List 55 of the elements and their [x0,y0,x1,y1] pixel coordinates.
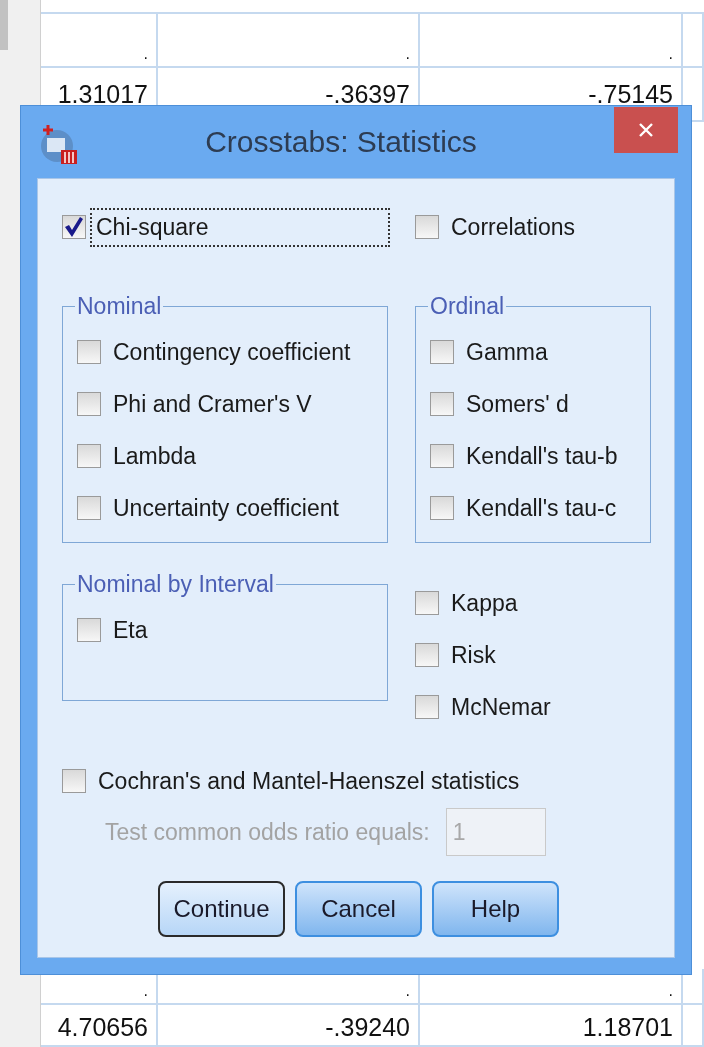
dialog-button[interactable]: Help [432,881,559,937]
scrollbar-thumb[interactable] [0,0,8,50]
checkbox-label[interactable]: McNemar [451,693,551,721]
dialog-button[interactable]: Continue [158,881,285,937]
checkbox-label[interactable]: Kendall's tau-c [466,494,617,522]
group-title: Nominal by Interval [76,571,275,598]
checkbox-label[interactable]: Gamma [466,338,548,366]
checkbox[interactable] [77,618,101,642]
checkmark-icon [64,216,84,238]
window-title: Crosstabs: Statistics [205,125,477,159]
checkbox-label[interactable]: Correlations [451,213,575,241]
checkbox-label[interactable]: Eta [113,616,148,644]
checkbox-label[interactable]: Phi and Cramer's V [113,390,312,418]
checkbox[interactable] [77,496,101,520]
checkbox[interactable] [430,392,454,416]
table-cell: -.75145 [588,82,673,107]
checkbox[interactable] [62,769,86,793]
table-cell: -.39240 [325,1015,410,1040]
table-cell: 1.31017 [57,82,148,107]
checkbox[interactable] [62,215,86,239]
checkbox-label[interactable]: Chi-square [92,209,388,245]
checkbox[interactable] [415,695,439,719]
checkbox[interactable] [430,496,454,520]
checkbox-label[interactable]: Cochran's and Mantel-Haenszel statistics [98,767,520,795]
table-cell: . [405,46,410,62]
table-cell: . [405,983,410,999]
checkbox-label[interactable]: Kendall's tau-b [466,442,618,470]
checkbox[interactable] [415,591,439,615]
close-button[interactable] [614,107,678,153]
table-cell: . [668,983,673,999]
checkbox[interactable] [430,444,454,468]
checkbox-label[interactable]: Somers' d [466,390,569,418]
checkbox[interactable] [77,444,101,468]
checkbox[interactable] [77,392,101,416]
checkbox-label[interactable]: Uncertainty coefficient [113,494,339,522]
close-icon [638,122,654,138]
group-title: Ordinal [429,293,506,320]
table-cell: 4.70656 [57,1015,148,1040]
checkbox[interactable] [415,643,439,667]
checkbox-label[interactable]: Kappa [451,589,518,617]
table-cell: . [143,983,148,999]
checkbox[interactable] [415,215,439,239]
group-title: Nominal [76,293,163,320]
table-cell: 1.18701 [582,1015,673,1040]
field-label: Test common odds ratio equals: [105,818,430,846]
table-cell: -.36397 [325,82,410,107]
table-cell: . [143,46,148,62]
checkbox-label[interactable]: Lambda [113,442,197,470]
checkbox[interactable] [77,340,101,364]
table-cell: . [668,46,673,62]
dialog-button[interactable]: Cancel [295,881,422,937]
app-icon [39,124,79,166]
checkbox-label[interactable]: Risk [451,641,496,669]
checkbox-label[interactable]: Contingency coefficient [113,338,351,366]
checkbox[interactable] [430,340,454,364]
